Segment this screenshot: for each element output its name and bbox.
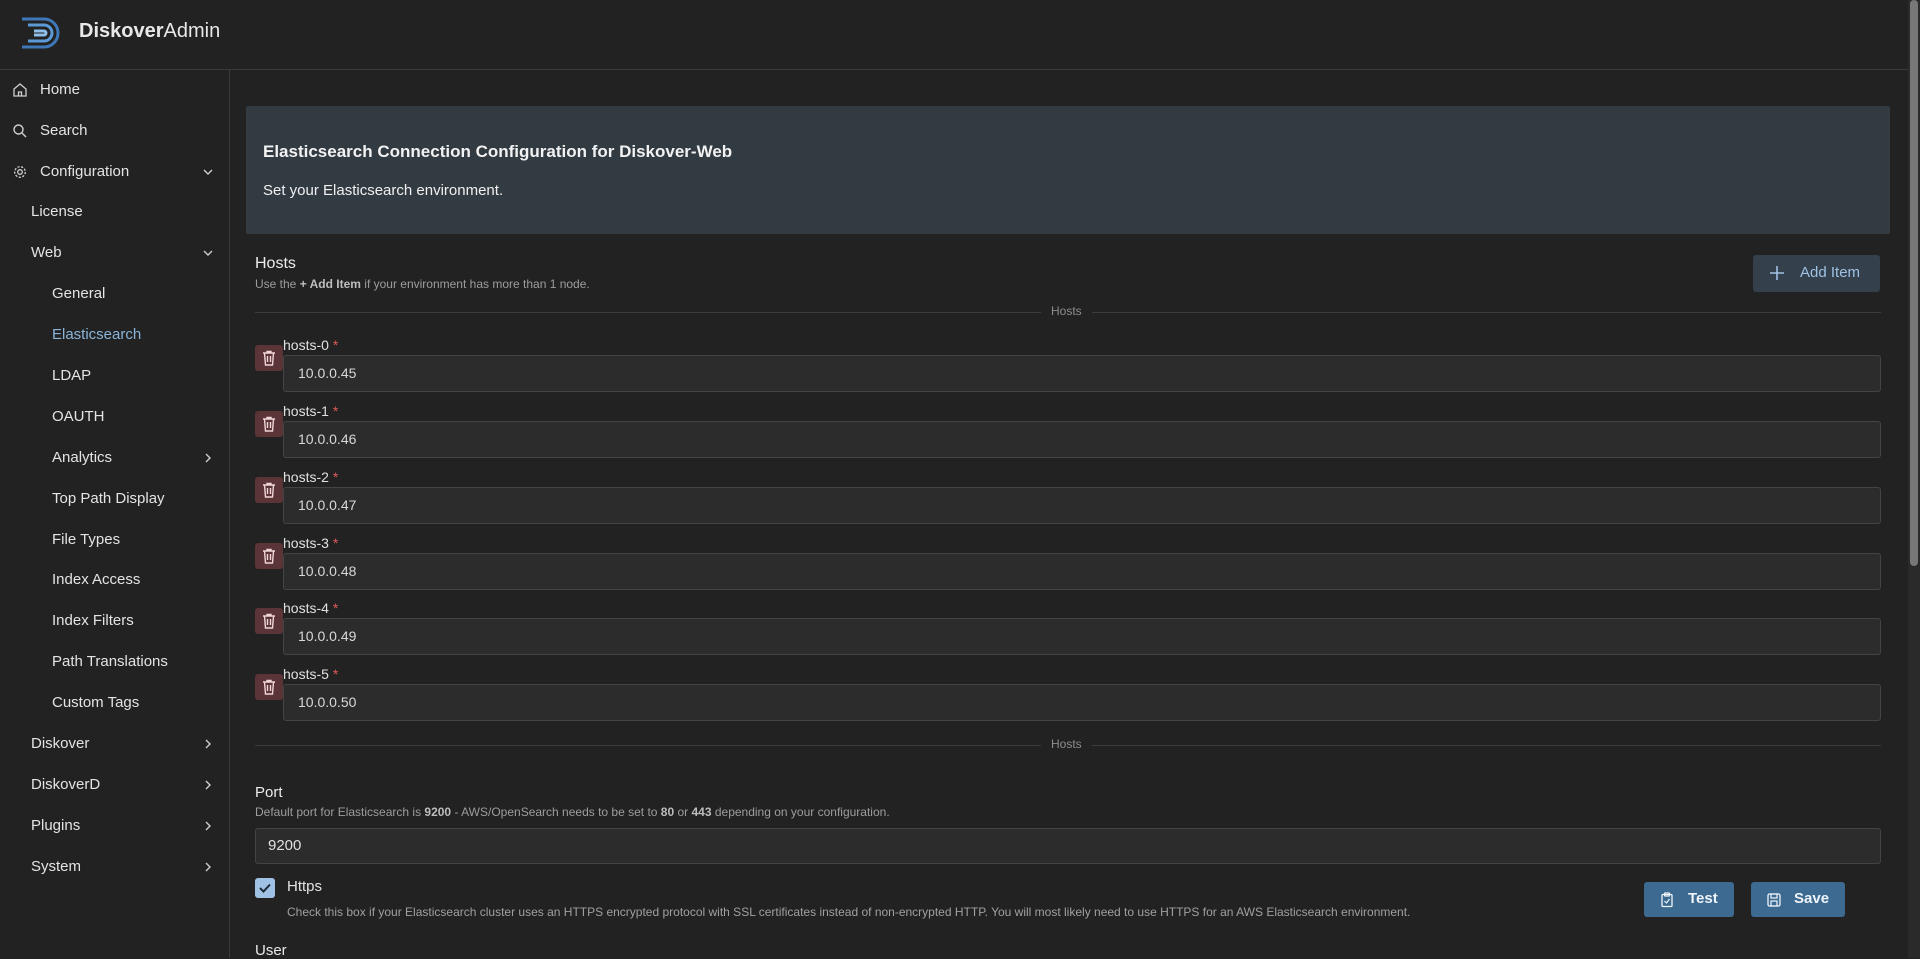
host-row: hosts-4 * 10.0.0.49 [255, 600, 1881, 666]
top-bar: DiskoverAdmin [0, 0, 1908, 70]
host-input[interactable]: 10.0.0.48 [283, 553, 1881, 590]
sidebar-item-path-translations[interactable]: Path Translations [0, 644, 229, 680]
add-item-button[interactable]: Add Item [1753, 255, 1880, 292]
chevron-down-icon [203, 169, 213, 175]
port-title: Port [255, 784, 283, 801]
host-input[interactable]: 10.0.0.50 [283, 684, 1881, 721]
https-label: Https [287, 878, 323, 895]
user-label: User [255, 942, 287, 959]
trash-icon [263, 350, 275, 366]
sidebar-item-general[interactable]: General [0, 276, 229, 312]
sidebar-item-top-path-display[interactable]: Top Path Display [0, 481, 229, 517]
trash-icon [263, 416, 275, 432]
hosts-help: Use the + Add Item if your environment h… [255, 277, 590, 291]
sidebar-item-elasticsearch[interactable]: Elasticsearch [0, 317, 229, 353]
https-help: Check this box if your Elasticsearch clu… [287, 905, 1411, 919]
save-icon [1767, 893, 1781, 907]
delete-host-button[interactable] [255, 411, 283, 437]
chevron-right-icon [205, 453, 211, 463]
config-banner: Elasticsearch Connection Configuration f… [246, 106, 1890, 234]
diskover-logo-icon [22, 17, 60, 49]
trash-icon [263, 548, 275, 564]
page-title: Elasticsearch Connection Configuration f… [263, 142, 733, 161]
sidebar-item-search[interactable]: Search [0, 113, 229, 149]
sidebar-item-file-types[interactable]: File Types [0, 522, 229, 558]
sidebar-item-index-filters[interactable]: Index Filters [0, 603, 229, 639]
delete-host-button[interactable] [255, 543, 283, 569]
page-subtitle: Set your Elasticsearch environment. [263, 182, 504, 199]
sidebar-item-web[interactable]: Web [0, 235, 229, 271]
page-scrollbar[interactable] [1908, 0, 1920, 958]
https-checkbox[interactable] [255, 878, 275, 898]
sidebar-item-custom-tags[interactable]: Custom Tags [0, 685, 229, 721]
clipboard-icon [1661, 892, 1673, 908]
host-label: hosts-0 * [283, 337, 339, 353]
sidebar-item-ldap[interactable]: LDAP [0, 358, 229, 394]
host-label: hosts-3 * [283, 535, 339, 551]
sidebar-item-analytics[interactable]: Analytics [0, 440, 229, 476]
port-input[interactable]: 9200 [255, 828, 1881, 864]
port-help: Default port for Elasticsearch is 9200 -… [255, 805, 890, 819]
sidebar-item-diskover[interactable]: Diskover [0, 726, 229, 762]
sidebar-item-oauth[interactable]: OAUTH [0, 399, 229, 435]
host-label: hosts-2 * [283, 469, 339, 485]
sidebar-item-diskoverd[interactable]: DiskoverD [0, 767, 229, 803]
save-button[interactable]: Save [1751, 882, 1845, 917]
host-row: hosts-2 * 10.0.0.47 [255, 469, 1881, 535]
host-row: hosts-1 * 10.0.0.46 [255, 403, 1881, 469]
host-label: hosts-4 * [283, 600, 339, 616]
trash-icon [263, 482, 275, 498]
delete-host-button[interactable] [255, 608, 283, 634]
sidebar-item-index-access[interactable]: Index Access [0, 562, 229, 598]
sidebar-item-configuration[interactable]: Configuration [0, 154, 229, 190]
host-input[interactable]: 10.0.0.45 [283, 355, 1881, 392]
trash-icon [263, 613, 275, 629]
gear-icon [14, 166, 26, 178]
search-icon [13, 124, 27, 138]
sidebar-item-system[interactable]: System [0, 849, 229, 885]
chevron-right-icon [205, 739, 211, 749]
main-content: Elasticsearch Connection Configuration f… [230, 70, 1908, 959]
sidebar-item-license[interactable]: License [0, 194, 229, 230]
hosts-divider-label: Hosts [1041, 737, 1092, 751]
check-icon [259, 883, 271, 893]
chevron-right-icon [205, 780, 211, 790]
hosts-divider-label: Hosts [1041, 304, 1092, 318]
plus-icon [1770, 266, 1784, 280]
chevron-right-icon [205, 821, 211, 831]
delete-host-button[interactable] [255, 674, 283, 700]
host-label: hosts-5 * [283, 666, 339, 682]
host-row: hosts-0 * 10.0.0.45 [255, 337, 1881, 403]
home-icon [13, 83, 27, 97]
scrollbar-thumb[interactable] [1910, 0, 1918, 566]
host-input[interactable]: 10.0.0.47 [283, 487, 1881, 524]
delete-host-button[interactable] [255, 345, 283, 371]
delete-host-button[interactable] [255, 477, 283, 503]
host-row: hosts-3 * 10.0.0.48 [255, 535, 1881, 601]
test-button[interactable]: Test [1644, 882, 1734, 917]
host-row: hosts-5 * 10.0.0.50 [255, 666, 1881, 732]
hosts-title: Hosts [255, 255, 296, 272]
sidebar-item-plugins[interactable]: Plugins [0, 808, 229, 844]
host-input[interactable]: 10.0.0.49 [283, 618, 1881, 655]
host-label: hosts-1 * [283, 403, 339, 419]
trash-icon [263, 679, 275, 695]
chevron-right-icon [205, 862, 211, 872]
app-brand: DiskoverAdmin [79, 20, 221, 42]
sidebar-item-home[interactable]: Home [0, 72, 229, 108]
sidebar: Home Search Configuration License Web Ge… [0, 70, 230, 958]
chevron-down-icon [203, 250, 213, 256]
host-input[interactable]: 10.0.0.46 [283, 421, 1881, 458]
